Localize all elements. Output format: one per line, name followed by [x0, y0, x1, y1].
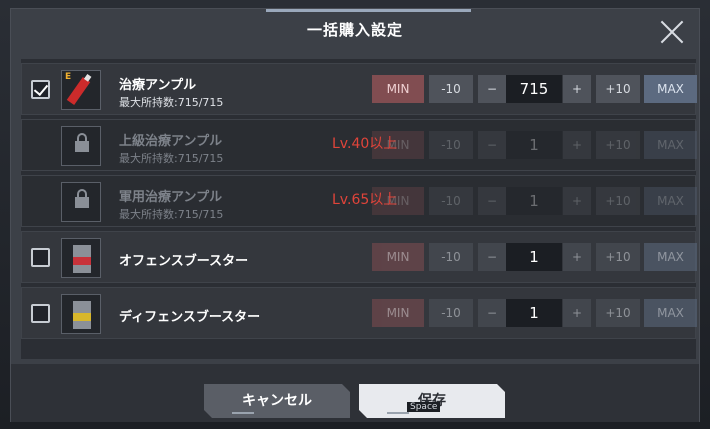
list-item-military-ampoule: 軍用治療アンプル 最大所持数:715/715 MIN -10 − 1 + +10… [21, 175, 697, 227]
item-max-own: 最大所持数:715/715 [119, 208, 224, 221]
minus-button: − [478, 131, 506, 159]
dialog-title: 一括購入設定 [306, 21, 403, 39]
plus-button: + [563, 131, 591, 159]
plus-button: + [563, 187, 591, 215]
minus-10-button[interactable]: -10 [429, 299, 473, 327]
cancel-button[interactable]: キャンセル [204, 384, 350, 418]
quantity-value: 1 [506, 187, 562, 215]
save-button[interactable]: 保存 [359, 384, 505, 418]
plus-10-button[interactable]: +10 [596, 243, 640, 271]
item-max-own: 最大所持数:715/715 [119, 152, 224, 165]
close-icon[interactable] [659, 19, 685, 45]
item-checkbox[interactable] [31, 304, 50, 323]
min-button[interactable]: MIN [372, 75, 424, 103]
offense-booster-icon [61, 238, 101, 278]
dialog-top-accent [266, 9, 471, 12]
item-name: 治療アンプル [119, 78, 197, 93]
max-button: MAX [644, 131, 697, 159]
plus-button[interactable]: + [563, 243, 591, 271]
plus-10-button: +10 [596, 187, 640, 215]
level-requirement: Lv.40以上 [332, 136, 398, 152]
item-name: 上級治療アンプル [119, 134, 223, 149]
minus-10-button[interactable]: -10 [429, 243, 473, 271]
minus-button[interactable]: − [478, 299, 506, 327]
rank-e-icon: E [65, 72, 72, 82]
max-button[interactable]: MAX [644, 299, 697, 327]
minus-button[interactable]: − [478, 243, 506, 271]
list-item-advanced-ampoule: 上級治療アンプル 最大所持数:715/715 MIN -10 − 1 + +10… [21, 119, 697, 171]
healing-ampoule-icon: E [61, 70, 101, 110]
quantity-value[interactable]: 715 [506, 75, 562, 103]
quantity-value[interactable]: 1 [506, 243, 562, 271]
plus-10-button[interactable]: +10 [596, 299, 640, 327]
list-item-healing-ampoule: E 治療アンプル 最大所持数:715/715 MIN -10 − 715 + +… [21, 63, 697, 115]
plus-button[interactable]: + [563, 299, 591, 327]
lock-icon [61, 126, 101, 166]
minus-button[interactable]: − [478, 75, 506, 103]
plus-10-button[interactable]: +10 [596, 75, 640, 103]
item-checkbox[interactable] [31, 248, 50, 267]
minus-10-button[interactable]: -10 [429, 75, 473, 103]
item-checkbox[interactable] [31, 80, 50, 99]
plus-10-button: +10 [596, 131, 640, 159]
item-max-own: 最大所持数:715/715 [119, 96, 224, 109]
defense-booster-icon [61, 294, 101, 334]
keybind-hint: Space [407, 402, 441, 412]
level-requirement: Lv.65以上 [332, 192, 398, 208]
minus-10-button: -10 [429, 131, 473, 159]
plus-button[interactable]: + [563, 75, 591, 103]
list-item-defense-booster: ディフェンスブースター MIN -10 − 1 + +10 MAX [21, 287, 697, 339]
max-button[interactable]: MAX [644, 243, 697, 271]
item-name: 軍用治療アンプル [119, 190, 223, 205]
minus-10-button: -10 [429, 187, 473, 215]
max-button[interactable]: MAX [644, 75, 697, 103]
lock-icon [61, 182, 101, 222]
item-name: ディフェンスブースター [119, 310, 261, 325]
min-button[interactable]: MIN [372, 299, 424, 327]
item-name: オフェンスブースター [119, 254, 249, 269]
item-list[interactable]: E 治療アンプル 最大所持数:715/715 MIN -10 − 715 + +… [21, 59, 697, 359]
min-button[interactable]: MIN [372, 243, 424, 271]
quantity-value: 1 [506, 131, 562, 159]
dialog-footer: キャンセル 保存 [11, 364, 699, 422]
max-button: MAX [644, 187, 697, 215]
quantity-value[interactable]: 1 [506, 299, 562, 327]
cancel-label: キャンセル [242, 393, 312, 409]
minus-button: − [478, 187, 506, 215]
bulk-purchase-dialog: 一括購入設定 E 治療アンプル 最大所持数:715/715 MIN -10 − … [10, 8, 700, 422]
list-item-offense-booster: オフェンスブースター MIN -10 − 1 + +10 MAX [21, 231, 697, 283]
